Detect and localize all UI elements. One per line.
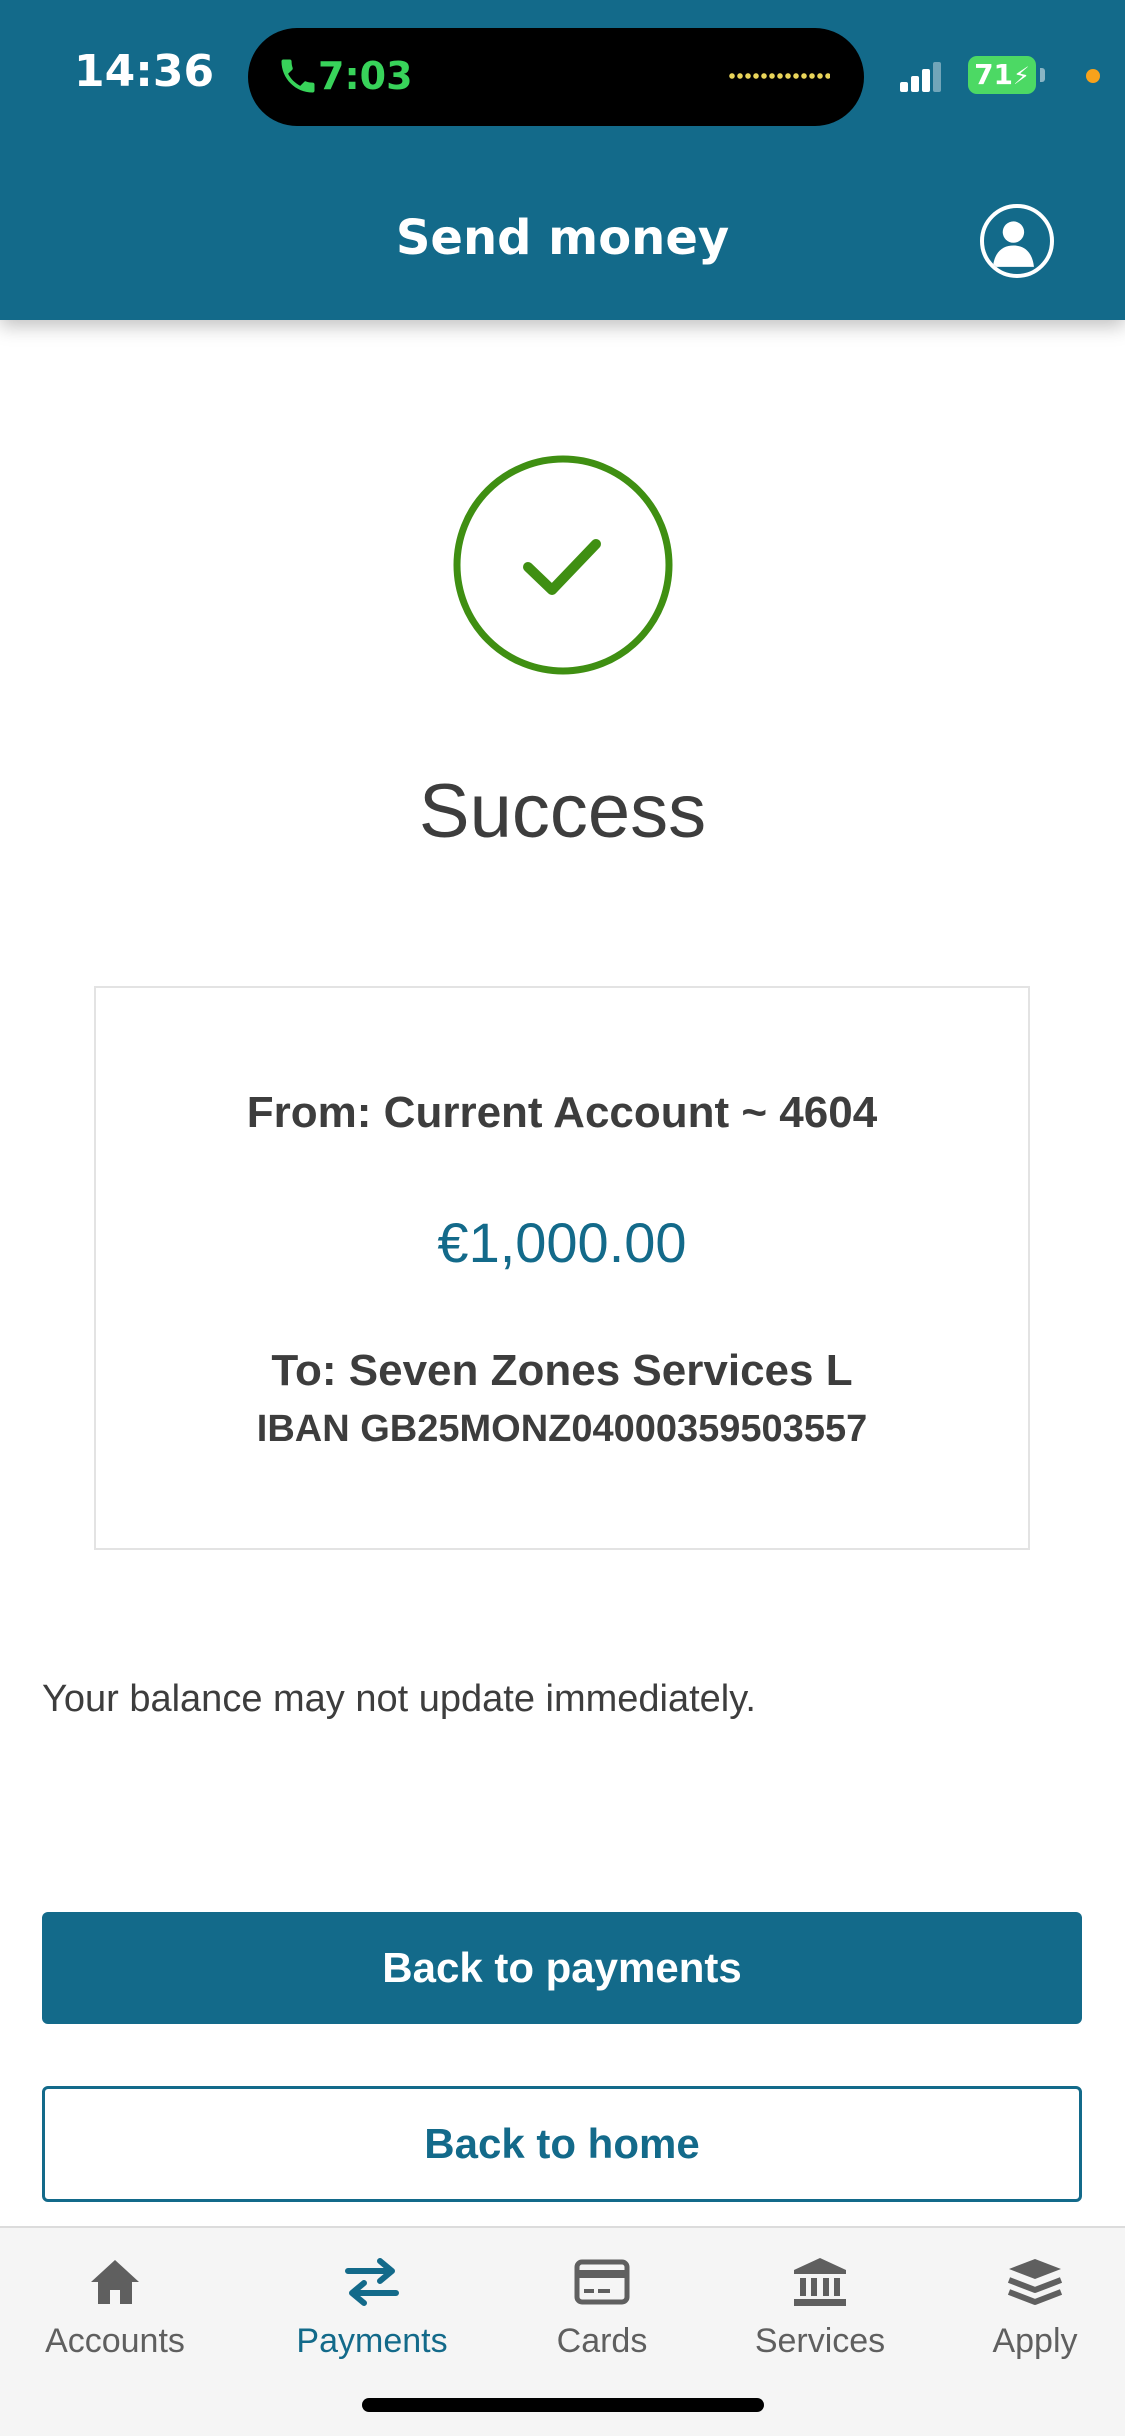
home-icon bbox=[91, 2260, 139, 2304]
from-account: From: Current Account ~ 4604 bbox=[246, 1088, 878, 1137]
tab-label: Services bbox=[754, 2322, 886, 2360]
tab-accounts[interactable]: Accounts bbox=[5, 2256, 225, 2361]
call-duration: 7:03 bbox=[318, 54, 413, 98]
dynamic-island[interactable]: 7:03 bbox=[248, 28, 864, 126]
charging-icon: ⚡ bbox=[1013, 62, 1030, 90]
tab-label: Payments bbox=[296, 2322, 448, 2360]
back-to-home-button[interactable]: Back to home bbox=[42, 2086, 1082, 2202]
tab-apply[interactable]: Apply bbox=[925, 2256, 1125, 2361]
transfer-summary-card: From: Current Account ~ 4604 €1,000.00 T… bbox=[94, 986, 1030, 1550]
microphone-indicator-dot bbox=[1086, 69, 1100, 83]
tab-payments[interactable]: Payments bbox=[262, 2256, 482, 2361]
layers-icon bbox=[1007, 2259, 1063, 2305]
tab-services[interactable]: Services bbox=[710, 2256, 930, 2361]
success-check-icon bbox=[453, 455, 673, 675]
back-to-payments-button[interactable]: Back to payments bbox=[42, 1912, 1082, 2024]
transfer-arrows-icon bbox=[345, 2258, 399, 2306]
cellular-signal-icon bbox=[900, 62, 941, 92]
tab-label: Apply bbox=[992, 2322, 1078, 2360]
recipient-iban: IBAN GB25MONZ04000359503557 bbox=[256, 1408, 868, 1450]
status-time: 14:36 bbox=[74, 46, 215, 97]
profile-button[interactable] bbox=[980, 204, 1054, 278]
battery-tip bbox=[1040, 68, 1045, 82]
card-icon bbox=[574, 2259, 630, 2305]
tab-label: Accounts bbox=[45, 2322, 185, 2360]
phone-icon bbox=[281, 59, 315, 93]
page-title: Send money bbox=[395, 210, 730, 266]
home-indicator[interactable] bbox=[362, 2398, 764, 2412]
battery-level: 71 bbox=[974, 58, 1014, 91]
audio-waveform-icon bbox=[728, 72, 830, 80]
user-avatar-icon bbox=[992, 221, 1034, 267]
app-header: 14:36 7:03 71⚡ Send money bbox=[0, 0, 1125, 320]
recipient-name: To: Seven Zones Services L bbox=[271, 1346, 853, 1395]
balance-notice: Your balance may not update immediately. bbox=[42, 1678, 756, 1720]
battery-indicator: 71⚡ bbox=[968, 56, 1036, 94]
bank-icon bbox=[794, 2258, 846, 2306]
tab-cards[interactable]: Cards bbox=[492, 2256, 712, 2361]
transfer-amount: €1,000.00 bbox=[437, 1211, 687, 1274]
tab-label: Cards bbox=[556, 2322, 648, 2360]
success-heading: Success bbox=[418, 769, 707, 854]
